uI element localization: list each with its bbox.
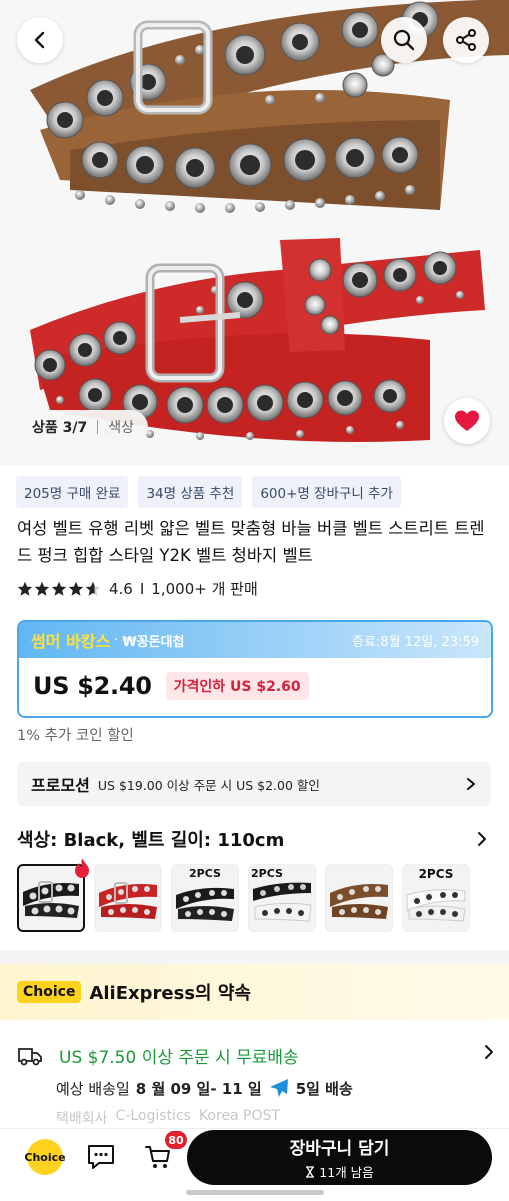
current-price: US $2.40 <box>33 672 152 700</box>
swatch-white-2pcs[interactable]: 2PCS <box>402 864 470 932</box>
airplane-icon <box>269 1079 288 1097</box>
share-icon <box>456 29 476 51</box>
hourglass-icon <box>306 1165 315 1178</box>
heart-icon <box>455 410 479 431</box>
belt-product-image <box>0 0 509 465</box>
promotion-text: US $19.00 이상 주문 시 US $2.00 할인 <box>97 777 320 793</box>
add-to-cart-label: 장바구니 담기 <box>289 1139 390 1159</box>
tag-added-to-cart: 600+명 장바구니 추가 <box>252 476 401 508</box>
carrier-label: 택배회사 <box>56 1111 108 1127</box>
star-icon <box>68 581 84 596</box>
chevron-left-icon <box>34 31 45 49</box>
choice-title: AliExpress의 약속 <box>89 983 251 1004</box>
promo-separator: · <box>114 632 119 648</box>
choice-badge: Choice <box>17 981 82 1003</box>
section-divider <box>0 950 509 964</box>
star-icon <box>51 581 67 596</box>
stock-remaining-text: 11개 남음 <box>319 1165 374 1180</box>
variant-heading: 색상: Black, 벨트 길이: 110cm <box>17 830 285 851</box>
swatch-badge: 2PCS <box>189 867 221 880</box>
promotion-row[interactable]: 프로모션 US $19.00 이상 주문 시 US $2.00 할인 <box>17 762 491 806</box>
carrier-row: 택배회사 C-Logistics Korea POST <box>56 1108 280 1128</box>
carrier-1: C-Logistics <box>115 1108 191 1124</box>
belt-thumb-red <box>99 882 157 919</box>
home-indicator <box>186 1190 324 1195</box>
promo-end-time: 종료:8월 12일, 23:59 <box>352 634 479 650</box>
product-image-gallery[interactable]: 상품 3/7 색상 <box>0 0 509 465</box>
rating-row[interactable]: 4.6 I 1,000+ 개 판매 <box>17 578 258 599</box>
promotion-label: 프로모션 <box>31 776 90 795</box>
star-half-icon <box>85 581 101 596</box>
swatch-black-2pcs[interactable]: 2PCS <box>171 864 239 932</box>
add-to-cart-button[interactable]: 장바구니 담기 11개 남음 <box>187 1130 492 1185</box>
promo-banner: 썸머 바캉스 · ₩꽁돈대첩 종료:8월 12일, 23:59 <box>19 622 491 658</box>
tag-purchased: 205명 구매 완료 <box>16 476 129 508</box>
chevron-right-icon <box>467 778 475 790</box>
discount-badge: 가격인하 US $2.60 <box>165 672 309 700</box>
eta-prefix: 예상 배송일 <box>56 1079 130 1098</box>
star-rating <box>17 581 101 597</box>
tag-recommended: 34명 상품 추천 <box>138 476 243 508</box>
search-button[interactable] <box>381 17 427 63</box>
swatch-badge: 2PCS <box>418 867 454 881</box>
wishlist-button[interactable] <box>444 398 490 444</box>
star-icon <box>34 581 50 596</box>
star-icon <box>17 581 33 596</box>
free-shipping-row[interactable]: US $7.50 이상 주문 시 무료배송 <box>17 1043 299 1068</box>
share-button[interactable] <box>443 17 489 63</box>
product-title: 여성 벨트 유행 리벳 얇은 벨트 맞춤형 바늘 버클 벨트 스트리트 트렌드 … <box>17 519 485 565</box>
sold-count: 1,000+ 개 판매 <box>151 580 258 598</box>
hot-fire-icon <box>75 858 89 878</box>
divider <box>97 420 99 434</box>
price-card: 썸머 바캉스 · ₩꽁돈대첩 종료:8월 12일, 23:59 US $2.40… <box>17 620 493 718</box>
rating-score: 4.6 <box>109 579 133 598</box>
swatch-badge: 2PCS <box>251 867 283 880</box>
choice-promise-header: Choice AliExpress의 약속 <box>0 964 509 1020</box>
image-counter: 상품 3/7 색상 <box>18 410 148 444</box>
chevron-right-icon[interactable] <box>476 831 488 847</box>
swatch-red[interactable] <box>94 864 162 932</box>
free-shipping-text: US $7.50 이상 주문 시 무료배송 <box>59 1048 299 1068</box>
promo-name: 썸머 바캉스 <box>31 632 111 651</box>
delivery-estimate: 예상 배송일 8 월 09 일- 11 일 5일 배송 <box>56 1077 353 1099</box>
belt-thumb-brown <box>330 884 388 919</box>
social-proof-tags: 205명 구매 완료 34명 상품 추천 600+명 장바구니 추가 <box>16 476 401 508</box>
back-button[interactable] <box>17 17 63 63</box>
eta-dates: 8 월 09 일- 11 일 <box>135 1079 262 1098</box>
image-counter-label: 상품 3/7 <box>32 420 88 436</box>
chevron-right-icon[interactable] <box>483 1044 495 1060</box>
chat-icon[interactable] <box>86 1143 116 1171</box>
truck-icon <box>18 1047 42 1065</box>
cart-count-badge: 80 <box>165 1131 187 1149</box>
stock-remaining: 11개 남음 <box>305 1162 374 1181</box>
choice-button-label: Choice <box>24 1150 66 1164</box>
swatch-brown[interactable] <box>325 864 393 932</box>
eta-days: 5일 배송 <box>295 1079 353 1098</box>
carrier-2: Korea POST <box>198 1108 280 1124</box>
rating-divider: I <box>139 579 145 598</box>
search-icon <box>393 29 415 51</box>
coin-discount: 1% 추가 코인 할인 <box>17 728 134 744</box>
swatch-black-white-2pcs[interactable]: 2PCS <box>248 864 316 932</box>
color-tab-label[interactable]: 색상 <box>108 417 134 437</box>
choice-button[interactable]: Choice <box>24 1139 66 1175</box>
promo-subtitle: ₩꽁돈대첩 <box>122 634 185 650</box>
